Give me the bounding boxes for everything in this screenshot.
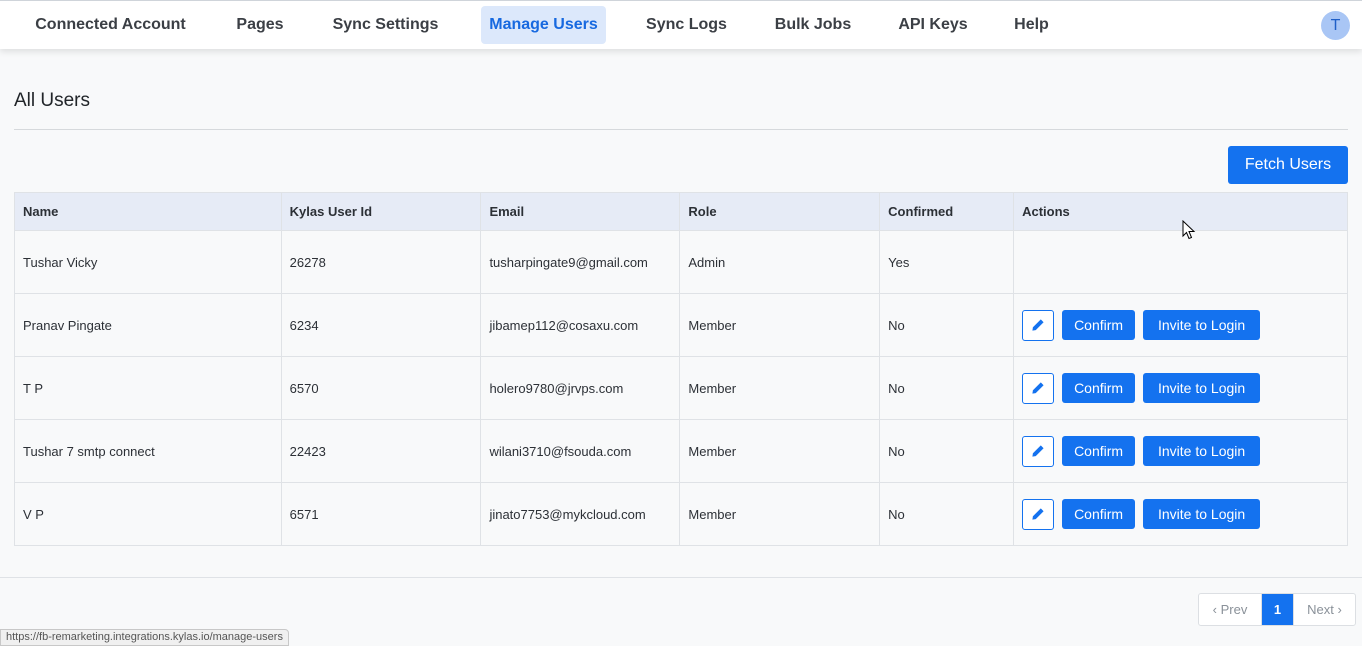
- cell-name: T P: [14, 356, 282, 420]
- cell-confirmed: No: [879, 419, 1015, 483]
- pencil-icon: [1032, 319, 1044, 331]
- nav-help[interactable]: Help: [1005, 6, 1058, 44]
- nav-connected-account[interactable]: Connected Account: [24, 6, 197, 44]
- cell-name: Tushar Vicky: [14, 230, 282, 294]
- cell-email: jinato7753@mykcloud.com: [480, 482, 681, 546]
- column-header-confirmed: Confirmed: [879, 192, 1015, 231]
- cell-confirmed: No: [879, 482, 1015, 546]
- invite-to-login-button[interactable]: Invite to Login: [1143, 310, 1261, 340]
- cell-actions: Confirm Invite to Login: [1013, 293, 1348, 357]
- cell-email: tusharpingate9@gmail.com: [480, 230, 681, 294]
- cell-confirmed: Yes: [879, 230, 1015, 294]
- nav-api-keys[interactable]: API Keys: [891, 6, 975, 44]
- edit-user-button[interactable]: [1022, 435, 1055, 467]
- top-navbar: Connected Account Pages Sync Settings Ma…: [0, 0, 1362, 49]
- footer-divider: [0, 577, 1362, 578]
- table-row: T P 6570 holero9780@jrvps.com Member No Confi…: [14, 356, 1348, 420]
- nav-pages[interactable]: Pages: [227, 6, 293, 44]
- table-header-row: Name Kylas User Id Email Role Confirmed …: [14, 192, 1348, 231]
- pagination: ‹ Prev 1 Next ›: [1198, 593, 1356, 626]
- cell-actions: Confirm Invite to Login: [1013, 419, 1348, 483]
- pencil-icon: [1032, 382, 1044, 394]
- cell-user-id: 6234: [280, 293, 482, 357]
- cell-role: Admin: [679, 230, 881, 294]
- fetch-users-button[interactable]: Fetch Users: [1228, 146, 1348, 184]
- edit-user-button[interactable]: [1022, 309, 1055, 341]
- status-bar-url: https://fb-remarketing.integrations.kyla…: [0, 629, 289, 646]
- cell-actions: Confirm Invite to Login: [1013, 356, 1348, 420]
- nav-manage-users[interactable]: Manage Users: [481, 6, 606, 44]
- cell-actions: [1013, 230, 1348, 294]
- cell-user-id: 26278: [280, 230, 482, 294]
- confirm-button[interactable]: Confirm: [1062, 310, 1136, 340]
- confirm-button[interactable]: Confirm: [1062, 436, 1136, 466]
- cell-user-id: 6570: [280, 356, 482, 420]
- nav-bulk-jobs[interactable]: Bulk Jobs: [766, 6, 860, 44]
- invite-to-login-button[interactable]: Invite to Login: [1143, 373, 1261, 403]
- cell-name: Tushar 7 smtp connect: [14, 419, 282, 483]
- cell-email: jibamep112@cosaxu.com: [480, 293, 681, 357]
- mouse-cursor-icon: [1182, 220, 1196, 240]
- cell-email: wilani3710@fsouda.com: [480, 419, 681, 483]
- column-header-user-id: Kylas User Id: [280, 192, 482, 231]
- column-header-email: Email: [480, 192, 681, 231]
- table-row: Tushar Vicky 26278 tusharpingate9@gmail.co…: [14, 230, 1348, 294]
- row-actions: Confirm Invite to Login: [1022, 435, 1339, 467]
- cell-role: Member: [679, 293, 881, 357]
- confirm-button[interactable]: Confirm: [1062, 499, 1136, 529]
- cell-role: Member: [679, 419, 881, 483]
- column-header-name: Name: [14, 192, 282, 231]
- user-avatar[interactable]: T: [1321, 11, 1350, 40]
- confirm-button[interactable]: Confirm: [1062, 373, 1136, 403]
- users-table: Name Kylas User Id Email Role Confirmed …: [14, 192, 1348, 546]
- row-actions: Confirm Invite to Login: [1022, 498, 1339, 530]
- next-page-button[interactable]: Next ›: [1293, 594, 1355, 625]
- cell-role: Member: [679, 482, 881, 546]
- invite-to-login-button[interactable]: Invite to Login: [1143, 436, 1261, 466]
- row-actions: Confirm Invite to Login: [1022, 309, 1339, 341]
- edit-user-button[interactable]: [1022, 372, 1055, 404]
- title-divider: [14, 129, 1348, 130]
- cell-user-id: 22423: [280, 419, 482, 483]
- edit-user-button[interactable]: [1022, 498, 1055, 530]
- column-header-role: Role: [679, 192, 881, 231]
- table-row: Tushar 7 smtp connect 22423 wilani3710@fso…: [14, 419, 1348, 483]
- cell-confirmed: No: [879, 293, 1015, 357]
- invite-to-login-button[interactable]: Invite to Login: [1143, 499, 1261, 529]
- nav-sync-settings[interactable]: Sync Settings: [322, 6, 449, 44]
- cell-name: Pranav Pingate: [14, 293, 282, 357]
- row-actions: Confirm Invite to Login: [1022, 372, 1339, 404]
- table-row: V P 6571 jinato7753@mykcloud.com Member No Co…: [14, 482, 1348, 546]
- page-title: All Users: [14, 90, 91, 111]
- table-row: Pranav Pingate 6234 jibamep112@cosaxu.com M…: [14, 293, 1348, 357]
- cell-actions: Confirm Invite to Login: [1013, 482, 1348, 546]
- cell-user-id: 6571: [280, 482, 482, 546]
- cell-role: Member: [679, 356, 881, 420]
- pencil-icon: [1032, 445, 1044, 457]
- cell-confirmed: No: [879, 356, 1015, 420]
- nav-sync-logs[interactable]: Sync Logs: [637, 6, 736, 44]
- column-header-actions: Actions: [1013, 192, 1348, 231]
- cell-name: V P: [14, 482, 282, 546]
- prev-page-button[interactable]: ‹ Prev: [1199, 594, 1262, 625]
- page-1-button[interactable]: 1: [1262, 594, 1293, 625]
- cell-email: holero9780@jrvps.com: [480, 356, 681, 420]
- pencil-icon: [1032, 508, 1044, 520]
